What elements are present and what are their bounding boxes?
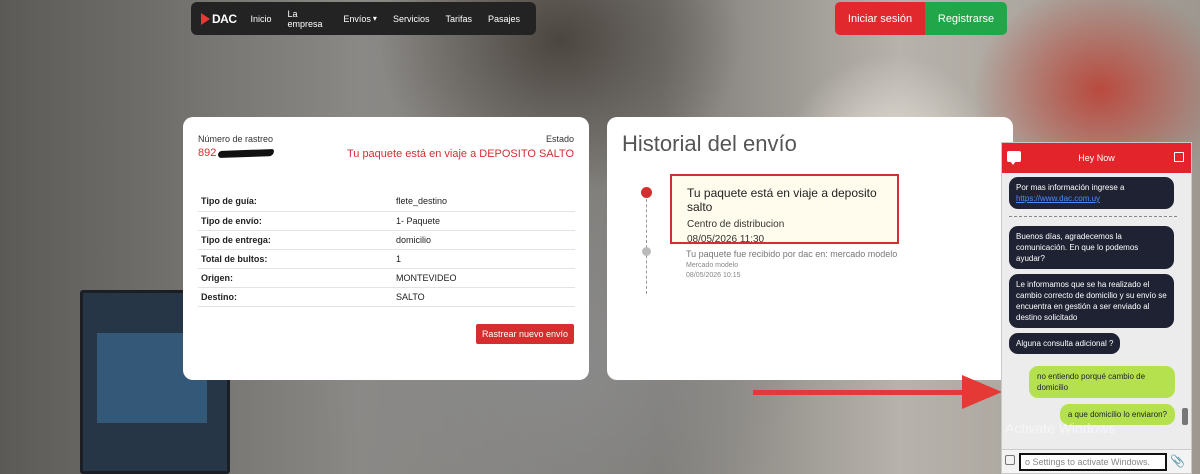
nav-item-servicios[interactable]: Servicios	[393, 14, 430, 24]
attachment-icon[interactable]: 📎	[1170, 454, 1185, 468]
status-value: Tu paquete está en viaje a DEPOSITO SALT…	[346, 148, 574, 160]
timeline-line	[646, 194, 647, 294]
chat-message-input[interactable]	[1019, 453, 1167, 471]
dac-logo-icon	[201, 12, 210, 25]
tracking-card: Número de rastreo 892 Estado Tu paquete …	[183, 117, 589, 380]
event-date: 08/05/2026 10:15	[686, 272, 741, 279]
chat-header: Hey Now	[1002, 143, 1191, 173]
table-row: Destino: SALTO	[198, 287, 575, 307]
redaction-scribble	[218, 148, 275, 158]
table-row: Total de bultos: 1	[198, 249, 575, 269]
event-title: Tu paquete está en viaje a deposito salt…	[687, 186, 877, 214]
history-title: Historial del envío	[622, 131, 797, 156]
message-text: Por mas información ingrese a	[1016, 183, 1125, 192]
tracking-number-label: Número de rastreo	[198, 134, 274, 144]
chat-footer: 📎	[1002, 449, 1191, 473]
chat-message-agent: Le informamos que se ha realizado el cam…	[1009, 274, 1174, 328]
table-row: Tipo de entrega: domicilio	[198, 230, 575, 250]
shipment-details-table: Tipo de guía: flete_destino Tipo de envío…	[198, 192, 575, 307]
event-title: Tu paquete fue recibido por dac en: merc…	[686, 249, 898, 259]
detail-value: flete_destino	[393, 192, 575, 212]
detail-key: Tipo de envío:	[198, 211, 393, 231]
chat-divider	[1009, 216, 1177, 217]
detail-value: domicilio	[393, 230, 575, 250]
table-row: Tipo de guía: flete_destino	[198, 192, 575, 212]
nav-item-envios-label: Envíos	[343, 13, 371, 24]
message-link[interactable]: https://www.dac.com.uy	[1016, 194, 1100, 203]
dac-logo[interactable]: DAC	[201, 12, 237, 26]
chevron-down-icon: ▾	[372, 14, 377, 23]
detail-value: 1- Paquete	[393, 211, 575, 231]
event-place: Mercado modelo	[686, 262, 739, 269]
top-navbar: DAC Inicio La empresa Envíos ▾ Servicios …	[191, 2, 536, 35]
tracking-number-value: 892	[198, 147, 217, 159]
logo-text: DAC	[212, 11, 237, 26]
detail-key: Tipo de guía:	[198, 192, 393, 212]
nav-item-la-empresa[interactable]: La empresa	[288, 9, 328, 29]
status-label: Estado	[545, 134, 574, 144]
login-button[interactable]: Iniciar sesión	[835, 2, 925, 35]
detail-key: Origen:	[198, 268, 393, 288]
chat-messages[interactable]: Por mas información ingrese a https://ww…	[1002, 173, 1191, 449]
detail-value: 1	[393, 249, 575, 269]
activate-windows-watermark: Activate Windows	[1005, 420, 1116, 436]
detail-key: Tipo de entrega:	[198, 230, 393, 250]
detail-key: Destino:	[198, 287, 393, 307]
chat-message-agent: Buenos días, agradecemos la comunicación…	[1009, 226, 1174, 269]
detail-value: MONTEVIDEO	[393, 268, 575, 288]
timeline-current-dot	[641, 187, 652, 198]
event-place: Centro de distribucion	[687, 219, 785, 230]
annotation-arrow-head	[962, 375, 1002, 409]
nav-item-pasajes[interactable]: Pasajes	[488, 14, 520, 24]
history-event-past: Tu paquete fue recibido por dac en: merc…	[686, 249, 897, 279]
track-new-shipment-button[interactable]: Rastrear nuevo envío	[475, 324, 574, 344]
history-card: Historial del envío Tu paquete está en v…	[607, 117, 1013, 380]
chat-scrollbar[interactable]	[1182, 408, 1188, 425]
detail-value: SALTO	[393, 287, 575, 307]
emoji-icon[interactable]	[1005, 455, 1015, 465]
table-row: Origen: MONTEVIDEO	[198, 268, 575, 288]
chat-title: Hey Now	[1078, 153, 1115, 163]
event-date: 08/05/2026 11:30	[687, 234, 765, 245]
history-event-current: Tu paquete está en viaje a deposito salt…	[670, 174, 899, 245]
timeline-past-dot	[642, 247, 651, 256]
minimize-icon[interactable]	[1174, 152, 1184, 162]
chat-message-user: no entiendo porqué cambio de domicilio	[1029, 366, 1175, 398]
nav-item-inicio[interactable]: Inicio	[251, 14, 272, 24]
nav-item-envios[interactable]: Envíos ▾	[343, 14, 377, 24]
chat-message-agent: Alguna consulta adicional ?	[1009, 333, 1121, 354]
table-row: Tipo de envío: 1- Paquete	[198, 211, 575, 231]
nav-item-tarifas[interactable]: Tarifas	[445, 14, 472, 24]
register-button[interactable]: Registrarse	[925, 2, 1007, 35]
chat-message-agent: Por mas información ingrese a https://ww…	[1009, 177, 1174, 209]
annotation-arrow-shaft	[753, 390, 963, 395]
detail-key: Total de bultos:	[198, 249, 393, 269]
